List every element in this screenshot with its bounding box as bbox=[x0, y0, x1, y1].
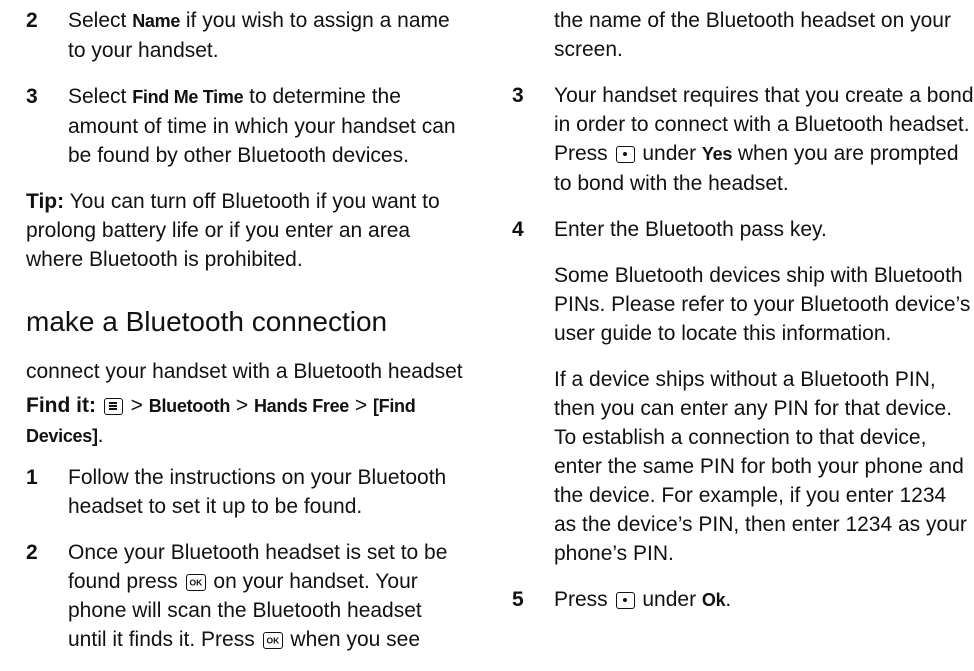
step-text: Press under Ok. bbox=[554, 585, 974, 615]
path-hands-free: Hands Free bbox=[253, 396, 350, 416]
step-number: 2 bbox=[26, 9, 38, 32]
find-it-path: Find it: > Bluetooth > Hands Free > [Fin… bbox=[26, 391, 466, 451]
step-text: Enter the Bluetooth pass key. bbox=[554, 218, 827, 241]
path-bluetooth: Bluetooth bbox=[148, 396, 231, 416]
step-number: 5 bbox=[512, 588, 524, 611]
menu-key-icon bbox=[103, 398, 123, 415]
step-text: Select Name if you wish to assign a name… bbox=[68, 6, 466, 65]
path-separator: > bbox=[230, 394, 254, 417]
step-1-follow-instructions: 1 Follow the instructions on your Blueto… bbox=[26, 463, 466, 521]
section-title: make a Bluetooth connection bbox=[26, 306, 388, 337]
svg-text:OK: OK bbox=[266, 636, 280, 646]
step-text: Once your Bluetooth headset is set to be… bbox=[68, 538, 466, 654]
step-number: 3 bbox=[26, 85, 38, 108]
step-number: 2 bbox=[26, 541, 38, 564]
find-it-label: Find it: bbox=[26, 394, 96, 417]
path-separator: > bbox=[124, 394, 149, 417]
step-2-name: 2 Select Name if you wish to assign a na… bbox=[26, 6, 466, 65]
tip-label: Tip: bbox=[26, 190, 65, 213]
step-number: 4 bbox=[512, 218, 524, 241]
step-3-bond: 3 Your handset requires that you create … bbox=[512, 81, 974, 198]
left-column: 2 Select Name if you wish to assign a na… bbox=[26, 0, 466, 671]
step-2-continuation: the name of the Bluetooth headset on you… bbox=[554, 9, 951, 61]
step-text-part: when you see bbox=[284, 628, 421, 651]
path-separator: > bbox=[349, 394, 373, 417]
step-text-part: when you are prompted to bond with the h… bbox=[554, 142, 959, 195]
key-name: Name bbox=[132, 11, 181, 31]
step-text-part: under bbox=[636, 142, 702, 165]
center-key-icon bbox=[615, 146, 635, 163]
center-key-icon bbox=[615, 592, 635, 609]
step-number: 1 bbox=[26, 466, 38, 489]
step-2-scan: 2 Once your Bluetooth headset is set to … bbox=[26, 538, 466, 654]
ok-key-icon: OK bbox=[262, 632, 283, 649]
path-end: . bbox=[97, 424, 104, 447]
step-5-press-ok: 5 Press under Ok. bbox=[512, 585, 974, 615]
pin-example-paragraph: If a device ships without a Bluetooth PI… bbox=[554, 368, 967, 565]
key-ok: Ok bbox=[701, 590, 726, 610]
step-text-part: Press bbox=[554, 588, 614, 611]
step-text: Your handset requires that you create a … bbox=[554, 81, 974, 198]
subsection-title: connect your handset with a Bluetooth he… bbox=[26, 360, 463, 383]
step-4-pass-key: 4 Enter the Bluetooth pass key. bbox=[512, 215, 974, 244]
step-3-find-me-time: 3 Select Find Me Time to determine the a… bbox=[26, 82, 466, 170]
right-column: the name of the Bluetooth headset on you… bbox=[512, 0, 974, 632]
step-text-part: Select bbox=[68, 9, 133, 32]
key-yes: Yes bbox=[701, 144, 733, 164]
tip-paragraph: Tip: You can turn off Bluetooth if you w… bbox=[26, 187, 466, 274]
svg-text:OK: OK bbox=[189, 578, 203, 588]
key-find-me-time: Find Me Time bbox=[132, 87, 244, 107]
step-text-part: under bbox=[636, 588, 702, 611]
step-text-part: . bbox=[725, 588, 732, 611]
pin-info-paragraph: Some Bluetooth devices ship with Bluetoo… bbox=[554, 264, 971, 345]
step-text: Follow the instructions on your Bluetoot… bbox=[68, 466, 447, 518]
step-number: 3 bbox=[512, 84, 524, 107]
step-text: Select Find Me Time to determine the amo… bbox=[68, 82, 466, 170]
step-text-part: Select bbox=[68, 85, 133, 108]
tip-text: You can turn off Bluetooth if you want t… bbox=[26, 190, 440, 271]
ok-key-icon: OK bbox=[185, 574, 206, 591]
